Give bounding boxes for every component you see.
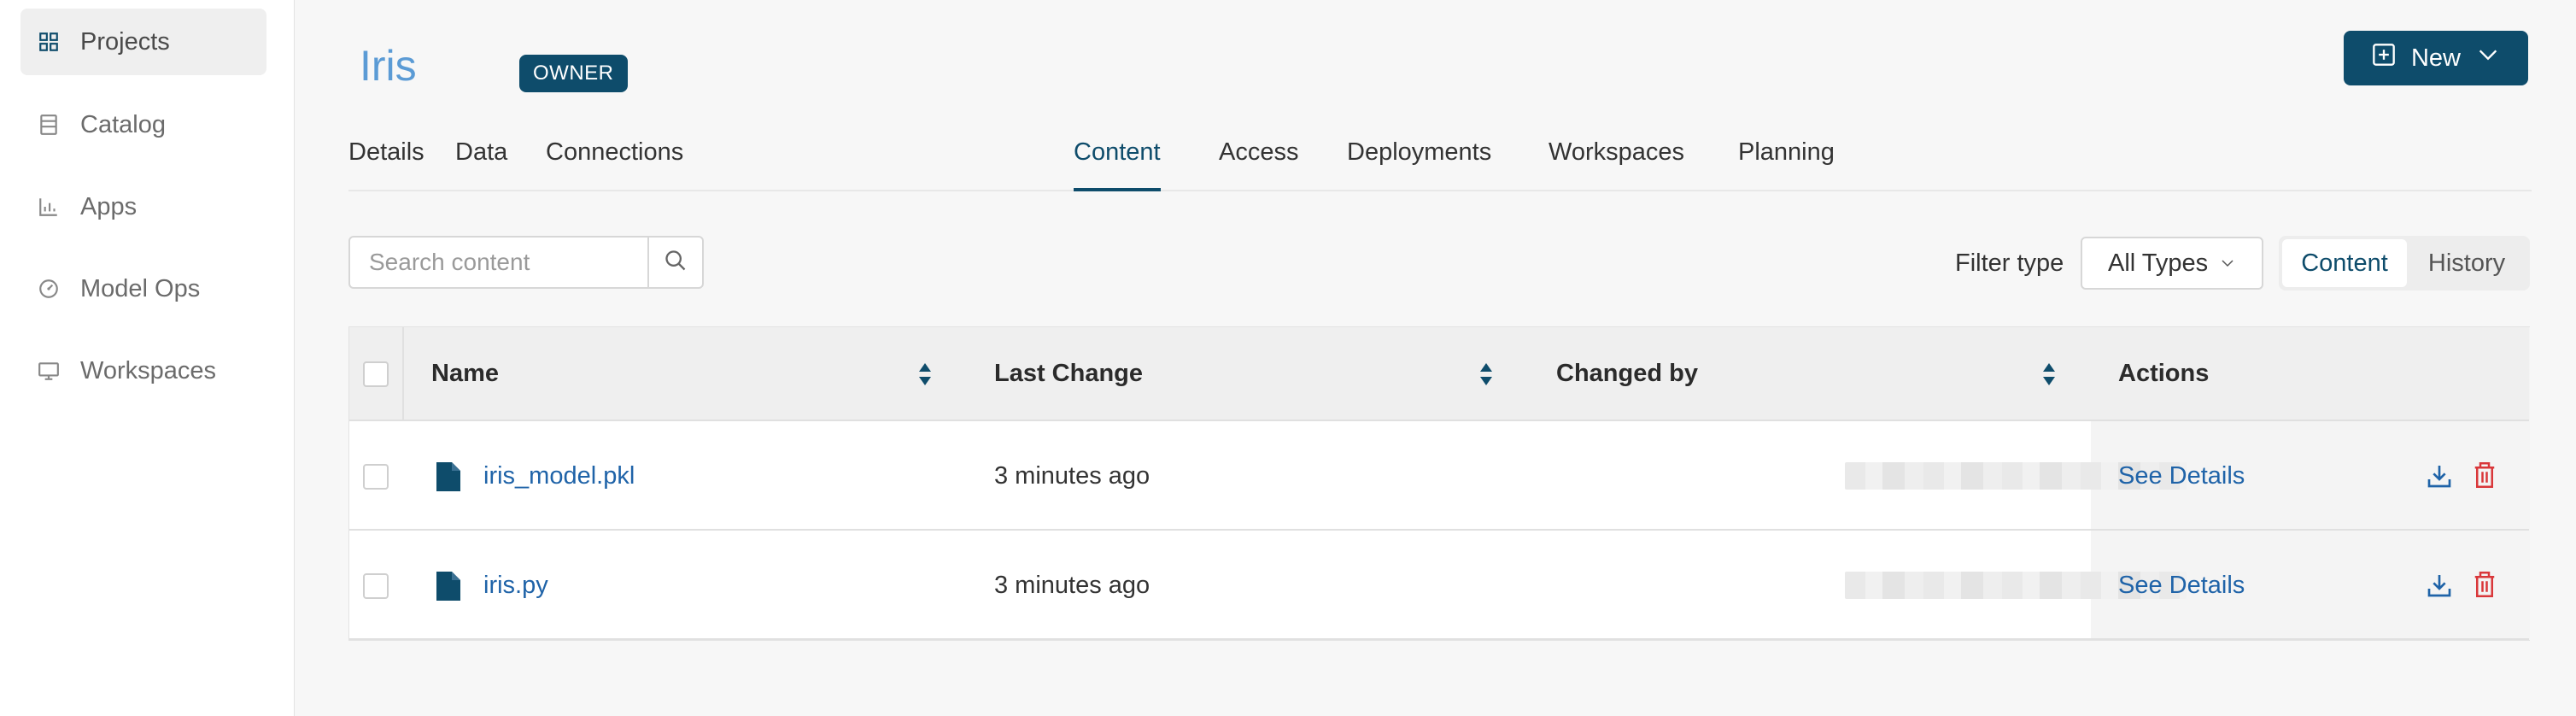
table-row: iris_model.pkl 3 minutes ago See Details bbox=[349, 421, 2529, 531]
tab-workspaces[interactable]: Workspaces bbox=[1549, 138, 1684, 188]
owner-badge: OWNER bbox=[519, 55, 628, 92]
see-details-link[interactable]: See Details bbox=[2118, 572, 2245, 600]
sort-icon[interactable] bbox=[918, 361, 932, 387]
sidebar-item-workspaces[interactable]: Workspaces bbox=[20, 337, 266, 404]
tab-details[interactable]: Details bbox=[348, 138, 424, 188]
new-button[interactable]: New bbox=[2344, 31, 2528, 85]
sidebar-item-label: Workspaces bbox=[80, 356, 217, 384]
file-icon bbox=[436, 572, 460, 601]
view-toggle: Content History bbox=[2279, 236, 2530, 291]
plus-square-icon bbox=[2372, 43, 2396, 73]
trash-icon[interactable] bbox=[2472, 570, 2497, 599]
file-name-link[interactable]: iris_model.pkl bbox=[483, 462, 635, 490]
sidebar-item-apps[interactable]: Apps bbox=[20, 173, 266, 240]
row-checkbox[interactable] bbox=[363, 573, 389, 599]
project-tabs: Details Data Connections Content Access … bbox=[348, 128, 2532, 191]
filter-type-select[interactable]: All Types bbox=[2081, 237, 2263, 290]
tab-content[interactable]: Content bbox=[1074, 138, 1161, 191]
sidebar-item-label: Projects bbox=[80, 27, 170, 56]
search-button[interactable] bbox=[647, 238, 702, 287]
chevron-down-icon bbox=[2208, 249, 2235, 278]
table-header: Name Last Change Changed by Actions bbox=[349, 327, 2529, 421]
tab-access[interactable]: Access bbox=[1219, 138, 1298, 188]
new-button-label: New bbox=[2410, 44, 2461, 72]
see-details-link[interactable]: See Details bbox=[2118, 462, 2245, 490]
search-input[interactable] bbox=[350, 238, 651, 287]
gauge-icon bbox=[38, 278, 60, 300]
search-icon bbox=[664, 249, 688, 277]
last-change-value: 3 minutes ago bbox=[994, 572, 1150, 599]
toggle-content[interactable]: Content bbox=[2282, 239, 2407, 287]
sidebar-item-catalog[interactable]: Catalog bbox=[20, 91, 266, 158]
select-all-checkbox[interactable] bbox=[363, 361, 389, 387]
last-change-value: 3 minutes ago bbox=[994, 462, 1150, 490]
column-header-last-change[interactable]: Last Change bbox=[994, 360, 1143, 388]
file-icon bbox=[436, 462, 460, 491]
column-header-actions: Actions bbox=[2118, 360, 2210, 387]
divider bbox=[402, 327, 404, 420]
book-icon bbox=[38, 114, 60, 136]
file-name-link[interactable]: iris.py bbox=[483, 572, 548, 600]
sidebar-item-label: Apps bbox=[80, 192, 138, 220]
page-title: Iris bbox=[360, 42, 417, 90]
filter-type-value: All Types bbox=[2108, 249, 2209, 277]
trash-icon[interactable] bbox=[2472, 461, 2497, 490]
tab-deployments[interactable]: Deployments bbox=[1347, 138, 1491, 188]
tab-planning[interactable]: Planning bbox=[1738, 138, 1835, 188]
sort-icon[interactable] bbox=[1479, 361, 1493, 387]
sidebar-item-projects[interactable]: Projects bbox=[20, 9, 266, 75]
grid-icon bbox=[38, 31, 60, 53]
column-header-changed-by[interactable]: Changed by bbox=[1556, 360, 1698, 388]
table-row: iris.py 3 minutes ago See Details bbox=[349, 531, 2529, 640]
content-table: Name Last Change Changed by Actions iris… bbox=[348, 326, 2530, 641]
filter-type-label: Filter type bbox=[1955, 249, 2064, 277]
toggle-history[interactable]: History bbox=[2407, 239, 2526, 287]
tab-connections[interactable]: Connections bbox=[546, 138, 683, 188]
download-icon[interactable] bbox=[2426, 462, 2453, 490]
row-checkbox[interactable] bbox=[363, 464, 389, 490]
sidebar-item-label: Model Ops bbox=[80, 274, 201, 302]
sidebar-item-label: Catalog bbox=[80, 110, 166, 138]
sidebar-item-model-ops[interactable]: Model Ops bbox=[20, 255, 266, 322]
chevron-down-icon bbox=[2476, 43, 2500, 73]
search-box bbox=[348, 236, 704, 289]
column-header-name[interactable]: Name bbox=[431, 360, 499, 388]
tab-data[interactable]: Data bbox=[455, 138, 507, 188]
bar-chart-icon bbox=[38, 196, 60, 218]
download-icon[interactable] bbox=[2426, 572, 2453, 599]
monitor-icon bbox=[38, 360, 60, 382]
sort-icon[interactable] bbox=[2042, 361, 2056, 387]
sidebar: Projects Catalog Apps Model Ops Workspac… bbox=[0, 0, 295, 716]
main-content: Iris OWNER New Details Data Connections … bbox=[295, 0, 2576, 716]
